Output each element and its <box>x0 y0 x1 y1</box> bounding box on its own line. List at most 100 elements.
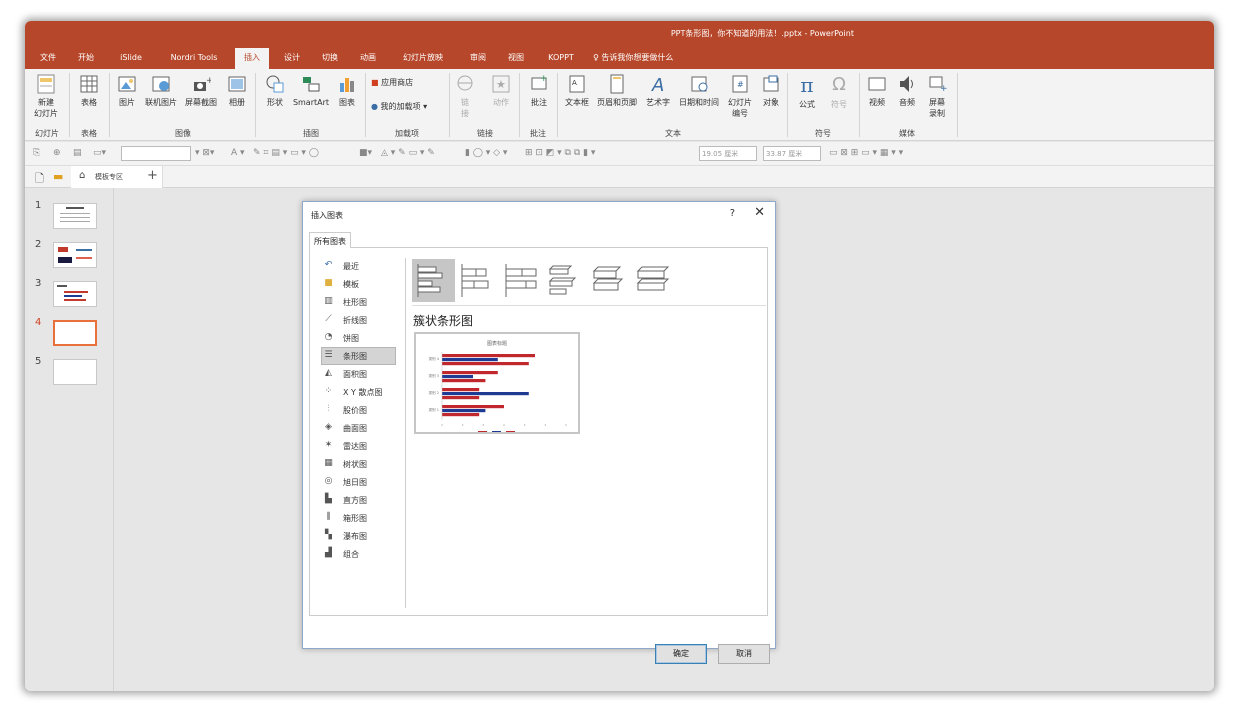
chart-type-recent[interactable]: ↶ 最近 <box>322 257 398 275</box>
action-button[interactable]: ★ 动作 <box>489 73 513 108</box>
online-picture-button[interactable]: 联机图片 <box>143 73 179 108</box>
online-picture-icon <box>152 76 170 92</box>
video-button[interactable]: 视频 <box>865 73 889 108</box>
close-button[interactable]: ✕ <box>754 205 765 220</box>
slide-thumbnail[interactable] <box>53 242 97 268</box>
tab-all-charts[interactable]: 所有图表 <box>309 232 351 248</box>
subtype-clustered-bar[interactable] <box>412 259 455 302</box>
add-tab-icon[interactable]: + <box>147 168 158 183</box>
preview-chart: 图表标题 类别 4 类别 3 类别 2 类别 1 <box>429 340 567 433</box>
distribute-icon[interactable]: ▤ <box>73 148 82 158</box>
tab-slideshow[interactable]: 幻灯片放映 <box>395 48 451 69</box>
new-slide-button[interactable]: 新建 幻灯片 <box>31 73 61 119</box>
slide-number: 3 <box>35 278 42 289</box>
table-button[interactable]: 表格 <box>75 73 103 108</box>
crop-icon[interactable]: ▭ ⊠ ⊞ ▭ ▾ ▦ ▾ ▾ <box>829 148 903 158</box>
chart-type-radar[interactable]: ✶ 雷达图 <box>322 437 398 455</box>
chart-type-templates[interactable]: ■ 模板 <box>322 275 398 293</box>
subtype-3d-stacked-bar[interactable] <box>588 259 631 302</box>
pen-icon[interactable]: ✎ ⌗ ▤ ▾ ▭ ▾ ◯ <box>253 148 319 158</box>
tab-islide[interactable]: iSlide <box>111 48 151 69</box>
chart-type-line[interactable]: ⟋ 折线图 <box>322 311 398 329</box>
subtype-percent-stacked-bar[interactable] <box>500 259 543 302</box>
tab-review[interactable]: 审阅 <box>465 48 491 69</box>
chart-type-combo[interactable]: ▟ 组合 <box>322 545 398 563</box>
equation-button[interactable]: π 公式 <box>795 73 819 110</box>
chart-type-area[interactable]: ◭ 面积图 <box>322 365 398 383</box>
chart-type-waterfall[interactable]: ▚ 瀑布图 <box>322 527 398 545</box>
help-button[interactable]: ? <box>730 208 735 219</box>
screenshot-button[interactable]: + 屏幕截图 <box>183 73 219 108</box>
width-input[interactable]: 33.87 厘米 <box>763 146 821 161</box>
chart-type-bar[interactable]: ☰ 条形图 <box>321 347 396 365</box>
shapes-button[interactable]: 形状 <box>263 73 287 108</box>
slide-number-button[interactable]: # 幻灯片 编号 <box>725 73 755 119</box>
arrange-icon[interactable]: ⊞ ⊡ ◩ ▾ ⧉ ⧉ ▮ ▾ <box>525 148 595 158</box>
subtype-stacked-bar[interactable] <box>456 259 499 302</box>
tab-transitions[interactable]: 切换 <box>317 48 343 69</box>
wordart-button[interactable]: A 艺术字 <box>643 73 673 108</box>
group-separator <box>255 73 256 137</box>
tab-design[interactable]: 设计 <box>279 48 305 69</box>
slide-thumbnail[interactable] <box>53 203 97 229</box>
fill-color-icon[interactable]: ■▾ <box>359 148 372 158</box>
chart-type-column[interactable]: ▥ 柱形图 <box>322 293 398 311</box>
calendar-icon <box>691 76 708 92</box>
layout-icon[interactable]: ▭▾ <box>93 148 106 158</box>
tab-home[interactable]: 开始 <box>73 48 99 69</box>
new-doc-icon[interactable]: 🗋 <box>35 170 44 189</box>
chart-type-sunburst[interactable]: ◎ 旭日图 <box>322 473 398 491</box>
slide-thumbnail-selected[interactable] <box>53 320 97 346</box>
chart-preview[interactable]: 图表标题 类别 4 类别 3 类别 2 类别 1 <box>414 332 580 434</box>
align-icon[interactable]: ⊕ <box>53 148 61 158</box>
chart-type-treemap[interactable]: ▦ 树状图 <box>322 455 398 473</box>
preview-bar <box>442 413 480 417</box>
datetime-button[interactable]: 日期和时间 <box>677 73 721 108</box>
slide-thumbnail[interactable] <box>53 359 97 385</box>
chart-type-boxwhisker[interactable]: ⫼ 箱形图 <box>322 509 398 527</box>
tab-file[interactable]: 文件 <box>35 48 61 69</box>
tell-me-box[interactable]: ♀ 告诉我你想要做什么 <box>593 48 703 69</box>
screen-record-button[interactable]: + 屏幕 录制 <box>925 73 949 119</box>
picture-button[interactable]: 图片 <box>115 73 139 108</box>
chart-type-pie[interactable]: ◔ 饼图 <box>322 329 398 347</box>
album-button[interactable]: 相册 <box>225 73 249 108</box>
chart-type-stock[interactable]: ⫶ 股价图 <box>322 401 398 419</box>
symbol-button[interactable]: Ω 符号 <box>827 73 851 110</box>
tab-insert[interactable]: 插入 <box>235 48 269 69</box>
link-label: 链 接 <box>461 98 469 118</box>
link-button[interactable]: 链 接 <box>455 73 475 119</box>
ok-button[interactable]: 确定 <box>655 644 707 664</box>
cancel-button[interactable]: 取消 <box>718 644 770 664</box>
object-button[interactable]: 对象 <box>759 73 783 108</box>
preview-tick <box>462 424 464 426</box>
store-button[interactable]: ■ 应用商店 <box>371 77 431 88</box>
tab-koppt[interactable]: KOPPT <box>541 48 581 69</box>
format-painter-icon[interactable]: ⎘ <box>33 148 40 158</box>
font-name-box[interactable] <box>121 146 191 161</box>
speaker-icon <box>900 76 913 92</box>
preview-bar <box>442 388 480 392</box>
tab-view[interactable]: 视图 <box>503 48 529 69</box>
shape-effects-icon[interactable]: ◬ ▾ ✎ ▭ ▾ ✎ <box>381 148 435 158</box>
comment-button[interactable]: + 批注 <box>527 73 551 108</box>
slide-thumbnail[interactable] <box>53 281 97 307</box>
height-input[interactable]: 19.05 厘米 <box>699 146 757 161</box>
audio-button[interactable]: 音频 <box>895 73 919 108</box>
header-footer-button[interactable]: 页眉和页脚 <box>595 73 639 108</box>
subtype-3d-clustered-bar[interactable] <box>544 259 587 302</box>
textbox-button[interactable]: A 文本框 <box>563 73 591 108</box>
chart-button[interactable]: 图表 <box>335 73 359 108</box>
chart-type-surface[interactable]: ◈ 曲面图 <box>322 419 398 437</box>
folder-icon[interactable]: ▬ <box>53 170 63 183</box>
chart-style-icon[interactable]: ▮ ◯ ▾ ◇ ▾ <box>465 148 507 158</box>
font-color-icon[interactable]: A ▾ <box>231 148 245 158</box>
tab-nordri-tools[interactable]: Nordri Tools <box>163 48 225 69</box>
my-addins-button[interactable]: ● 我的加载项 ▾ <box>371 101 447 112</box>
tab-animations[interactable]: 动画 <box>355 48 381 69</box>
font-style-icon[interactable]: ▾ ⊠▾ <box>195 148 214 158</box>
chart-type-scatter[interactable]: ⁘ X Y 散点图 <box>322 383 398 401</box>
subtype-3d-percent-stacked-bar[interactable] <box>632 259 675 302</box>
smartart-button[interactable]: SmartArt <box>291 73 331 108</box>
chart-type-histogram[interactable]: ▙ 直方图 <box>322 491 398 509</box>
